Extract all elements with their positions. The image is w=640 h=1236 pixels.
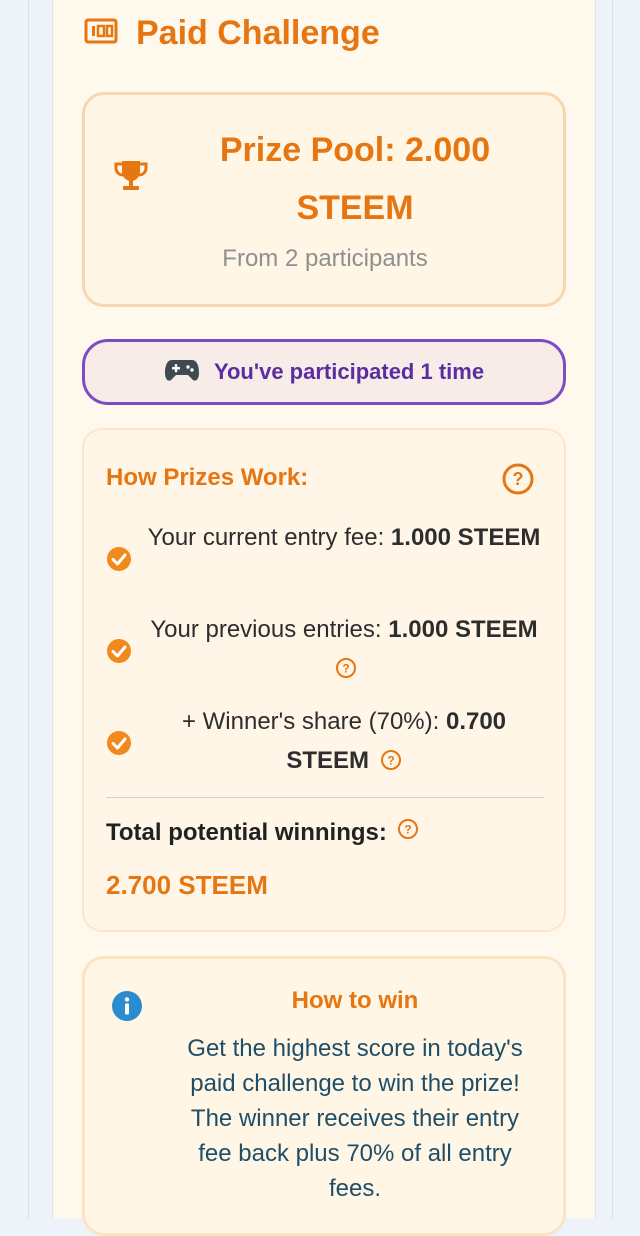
divider [106, 797, 544, 798]
ticket-icon [84, 18, 118, 49]
help-icon[interactable]: ? [502, 463, 534, 500]
outer-border-right [612, 0, 613, 1218]
svg-text:?: ? [387, 754, 394, 768]
trophy-icon [113, 158, 149, 199]
total-winnings-value: 2.700 STEEM [106, 870, 268, 900]
total-winnings-label: Total potential winnings: ? [106, 818, 419, 847]
previous-entries-text: Your previous entries: 1.000 STEEM ? [144, 610, 544, 691]
page-title: Paid Challenge [136, 13, 380, 52]
help-icon[interactable]: ? [397, 818, 419, 847]
check-icon [106, 638, 132, 669]
how-prizes-work-card: How Prizes Work: ? Your current entry fe… [82, 428, 566, 932]
how-to-win-description: Get the highest score in today's paid ch… [187, 1035, 523, 1202]
participants-count: From 2 participants [222, 245, 428, 272]
help-icon[interactable]: ? [335, 652, 357, 691]
gamepad-icon [164, 357, 200, 388]
participation-badge: You've participated 1 time [82, 339, 566, 405]
check-icon [106, 546, 132, 577]
participation-text: You've participated 1 time [213, 359, 485, 384]
how-to-win-card: How to win Get the highest score in toda… [82, 956, 566, 1236]
entry-fee-text: Your current entry fee: 1.000 STEEM [147, 524, 541, 551]
prize-pool-card: Prize Pool: 2.000 STEEM From 2 participa… [82, 92, 566, 307]
svg-text:?: ? [404, 823, 411, 837]
outer-border-left [28, 0, 29, 1218]
prize-pool-amount: Prize Pool: 2.000 STEEM [219, 131, 491, 227]
check-icon [106, 730, 132, 761]
how-to-win-title: How to win [291, 987, 419, 1014]
info-icon [111, 990, 143, 1027]
winner-share-text: + Winner's share (70%): 0.700 STEEM ? [144, 702, 544, 783]
section-header: Paid Challenge [84, 10, 380, 56]
svg-text:?: ? [342, 662, 349, 676]
how-prizes-heading: How Prizes Work: [106, 464, 309, 491]
help-icon[interactable]: ? [380, 744, 402, 783]
svg-text:?: ? [513, 469, 524, 489]
